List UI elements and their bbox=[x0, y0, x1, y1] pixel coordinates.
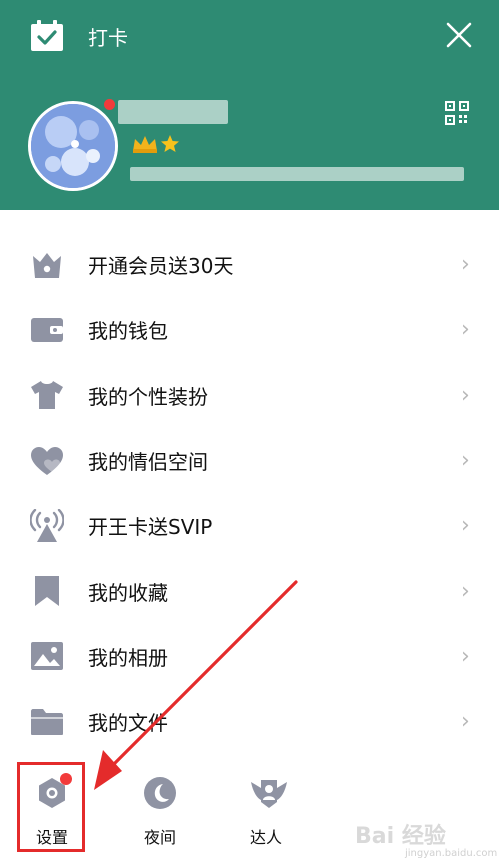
crown-icon bbox=[133, 136, 157, 153]
tshirt-icon bbox=[31, 381, 63, 410]
settings-highlight-box bbox=[17, 762, 85, 852]
crown-box-icon bbox=[33, 252, 61, 278]
menu-label: 我的个性装扮 bbox=[88, 384, 208, 409]
calendar-check-icon bbox=[31, 20, 63, 51]
menu-label: 我的收藏 bbox=[88, 580, 168, 605]
chevron-right-icon: › bbox=[461, 578, 470, 604]
moon-icon bbox=[144, 777, 176, 809]
menu-label: 我的文件 bbox=[88, 711, 168, 736]
notification-dot bbox=[104, 99, 115, 110]
night-mode-button[interactable]: 夜间 bbox=[120, 760, 200, 850]
signature-blurred bbox=[130, 167, 464, 181]
menu-label: 开通会员送30天 bbox=[88, 254, 234, 279]
checkin-label: 打卡 bbox=[88, 25, 128, 50]
menu-item-vip[interactable]: 开通会员送30天 › bbox=[0, 232, 499, 297]
folder-icon bbox=[31, 708, 63, 735]
menu-item-theme[interactable]: 我的个性装扮 › bbox=[0, 363, 499, 428]
qr-code-icon[interactable] bbox=[445, 101, 469, 125]
winged-badge-icon bbox=[251, 780, 287, 808]
menu-item-files[interactable]: 我的文件 › bbox=[0, 689, 499, 754]
expert-label: 达人 bbox=[249, 828, 282, 847]
nickname-blurred bbox=[118, 100, 228, 124]
expert-button[interactable]: 达人 bbox=[226, 760, 306, 850]
chevron-right-icon: › bbox=[461, 513, 470, 539]
profile-header: 打卡 bbox=[0, 0, 499, 210]
avatar[interactable] bbox=[28, 101, 118, 191]
watermark-url: jingyan.baidu.com bbox=[405, 848, 498, 859]
vip-badges bbox=[132, 135, 180, 153]
night-label: 夜间 bbox=[143, 828, 176, 847]
chevron-right-icon: › bbox=[461, 382, 470, 408]
heart-icon bbox=[31, 446, 63, 475]
menu-item-favorites[interactable]: 我的收藏 › bbox=[0, 558, 499, 623]
chevron-right-icon: › bbox=[461, 317, 470, 343]
watermark: Bai 经验 bbox=[355, 824, 446, 849]
chevron-right-icon: › bbox=[461, 252, 470, 278]
menu-item-kingcard[interactable]: 开王卡送SVIP › bbox=[0, 493, 499, 558]
menu-label: 我的钱包 bbox=[88, 319, 168, 344]
chevron-right-icon: › bbox=[461, 709, 470, 735]
chevron-right-icon: › bbox=[461, 643, 470, 669]
menu-item-couple[interactable]: 我的情侣空间 › bbox=[0, 428, 499, 493]
menu-item-album[interactable]: 我的相册 › bbox=[0, 624, 499, 689]
close-icon[interactable] bbox=[444, 20, 474, 50]
menu-label: 我的相册 bbox=[88, 645, 168, 670]
checkin-button[interactable]: 打卡 bbox=[30, 18, 128, 54]
signal-tower-icon bbox=[30, 508, 64, 542]
menu-label: 开王卡送SVIP bbox=[88, 515, 213, 540]
chevron-right-icon: › bbox=[461, 448, 470, 474]
side-menu: 开通会员送30天 › 我的钱包 › 我的个性装扮 › 我的情侣空间 › 开王卡送… bbox=[0, 232, 499, 754]
menu-label: 我的情侣空间 bbox=[88, 450, 208, 475]
menu-item-wallet[interactable]: 我的钱包 › bbox=[0, 297, 499, 362]
bookmark-icon bbox=[35, 576, 59, 607]
wallet-icon bbox=[31, 317, 63, 342]
photo-icon bbox=[31, 642, 63, 671]
star-icon bbox=[161, 135, 179, 152]
